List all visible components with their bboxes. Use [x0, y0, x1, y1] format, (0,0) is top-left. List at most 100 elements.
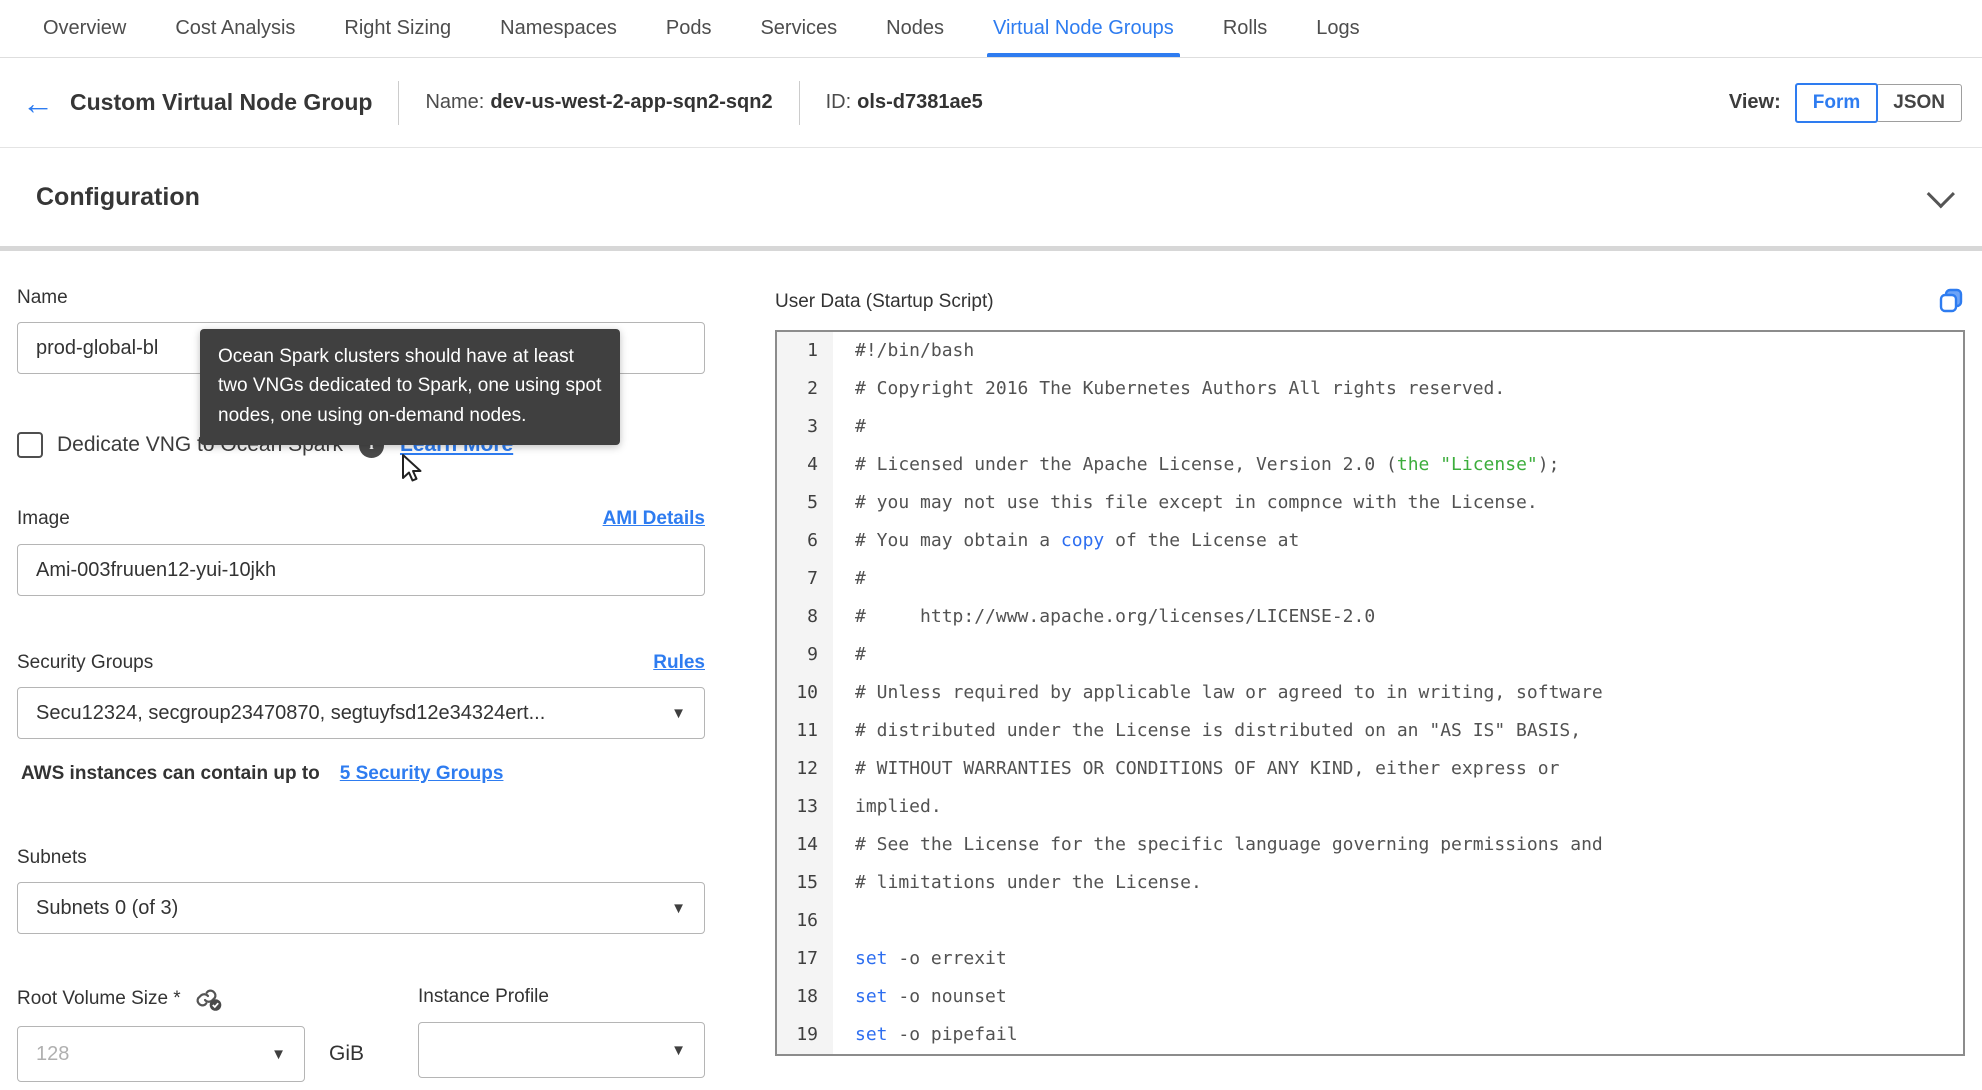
code-line[interactable]: 4 # Licensed under the Apache License, Ve… [777, 446, 1963, 484]
caret-down-icon: ▼ [671, 899, 686, 917]
back-arrow-icon[interactable]: ← [22, 87, 54, 119]
code-line[interactable]: 19 set -o pipefail [777, 1016, 1963, 1054]
code-text: # limitations under the License. [855, 872, 1202, 893]
code-text: set -o nounset [855, 986, 1007, 1007]
code-text: # distributed under the License is distr… [855, 720, 1582, 741]
line-number: 7 [777, 560, 833, 598]
code-text: # See the License for the specific langu… [855, 834, 1603, 855]
line-number: 14 [777, 826, 833, 864]
line-number: 12 [777, 750, 833, 788]
tab-rolls[interactable]: Rolls [1223, 0, 1267, 57]
five-security-groups-link[interactable]: 5 Security Groups [340, 763, 504, 785]
code-line[interactable]: 14 # See the License for the specific lan… [777, 826, 1963, 864]
vng-name-label: Name: [425, 91, 485, 113]
code-line[interactable]: 17 set -o errexit [777, 940, 1963, 978]
code-line[interactable]: 2 # Copyright 2016 The Kubernetes Authors… [777, 370, 1963, 408]
mouse-cursor-icon [402, 454, 422, 482]
vng-id-value: ols-d7381ae5 [857, 91, 983, 113]
code-line[interactable]: 1 #!/bin/bash [777, 332, 1963, 370]
subnets-dropdown[interactable]: Subnets 0 (of 3) ▼ [17, 882, 705, 934]
root-volume-size-placeholder: 128 [36, 1042, 70, 1065]
image-input-value: Ami-003fruuen12-yui-10jkh [36, 558, 277, 581]
code-text: # [855, 644, 866, 665]
tab-overview[interactable]: Overview [43, 0, 126, 57]
tab-right-sizing[interactable]: Right Sizing [344, 0, 451, 57]
caret-down-icon: ▼ [271, 1045, 286, 1063]
root-volume-size-dropdown[interactable]: 128 ▼ [17, 1026, 305, 1082]
vng-id-label: ID: [825, 91, 852, 113]
tab-bar: Overview Cost Analysis Right Sizing Namespa… [0, 0, 1982, 58]
subnets-value: Subnets 0 (of 3) [36, 896, 179, 919]
tab-pods[interactable]: Pods [666, 0, 712, 57]
tab-logs[interactable]: Logs [1316, 0, 1359, 57]
image-input[interactable]: Ami-003fruuen12-yui-10jkh [17, 544, 705, 596]
user-data-code-editor[interactable]: 1 #!/bin/bash 2 # Copyright 2016 The Kubern… [775, 330, 1965, 1056]
code-line[interactable]: 13 implied. [777, 788, 1963, 826]
code-editor-lines: 1 #!/bin/bash 2 # Copyright 2016 The Kubern… [777, 332, 1963, 1054]
ami-details-link[interactable]: AMI Details [603, 508, 705, 530]
link-check-icon [196, 989, 222, 1011]
divider [798, 80, 800, 125]
line-number: 4 [777, 446, 833, 484]
view-form-button[interactable]: Form [1794, 82, 1879, 123]
dedicate-vng-checkbox[interactable] [17, 432, 43, 458]
line-number: 13 [777, 788, 833, 826]
view-json-button[interactable]: JSON [1876, 83, 1962, 122]
tab-services[interactable]: Services [760, 0, 837, 57]
code-line[interactable]: 12 # WITHOUT WARRANTIES OR CONDITIONS OF … [777, 750, 1963, 788]
tab-virtual-node-groups[interactable]: Virtual Node Groups [986, 0, 1180, 57]
code-line[interactable]: 5 # you may not use this file except in c… [777, 484, 1963, 522]
user-data-section: User Data (Startup Script) 1 #!/bin/bash 2… [775, 287, 1965, 1082]
code-line[interactable]: 3 # [777, 408, 1963, 446]
configuration-section-header: Configuration [0, 148, 1982, 246]
code-text: set -o errexit [855, 948, 1007, 969]
rules-link[interactable]: Rules [653, 652, 705, 674]
vng-name: Name: dev-us-west-2-app-sqn2-sqn2 [425, 91, 772, 114]
copy-icon[interactable] [1938, 287, 1965, 316]
code-line[interactable]: 7 # [777, 560, 1963, 598]
tab-cost-analysis[interactable]: Cost Analysis [175, 0, 295, 57]
line-number: 3 [777, 408, 833, 446]
code-line[interactable]: 9 # [777, 636, 1963, 674]
image-field-label: Image [17, 508, 70, 529]
line-number: 9 [777, 636, 833, 674]
security-groups-value: Secu12324, secgroup23470870, segtuyfsd12… [36, 701, 546, 724]
subnets-label: Subnets [17, 847, 87, 868]
line-number: 10 [777, 674, 833, 712]
line-number: 17 [777, 940, 833, 978]
code-line[interactable]: 18 set -o nounset [777, 978, 1963, 1016]
code-line[interactable]: 15 # limitations under the License. [777, 864, 1963, 902]
code-text: #!/bin/bash [855, 340, 975, 361]
line-number: 19 [777, 1016, 833, 1054]
code-text: # http://www.apache.org/licenses/LICENSE… [855, 606, 1376, 627]
tab-nodes[interactable]: Nodes [886, 0, 944, 57]
security-groups-dropdown[interactable]: Secu12324, secgroup23470870, segtuyfsd12… [17, 687, 705, 739]
code-line[interactable]: 6 # You may obtain a copy of the License … [777, 522, 1963, 560]
code-text: # [855, 568, 866, 589]
tab-namespaces[interactable]: Namespaces [500, 0, 617, 57]
code-line[interactable]: 11 # distributed under the License is dis… [777, 712, 1963, 750]
section-title: Configuration [36, 182, 200, 211]
code-line[interactable]: 8 # http://www.apache.org/licenses/LICENS… [777, 598, 1963, 636]
chevron-down-icon[interactable] [1926, 180, 1955, 209]
code-line[interactable]: 10 # Unless required by applicable law or… [777, 674, 1963, 712]
caret-down-icon: ▼ [671, 1041, 686, 1059]
line-number: 2 [777, 370, 833, 408]
line-number: 11 [777, 712, 833, 750]
line-number: 15 [777, 864, 833, 902]
view-label: View: [1728, 91, 1781, 113]
vng-config-page: Overview Cost Analysis Right Sizing Namespa… [0, 0, 1982, 1090]
code-text: implied. [855, 796, 942, 817]
code-text: # Unless required by applicable law or a… [855, 682, 1603, 703]
line-number: 18 [777, 978, 833, 1016]
security-groups-hint-text: AWS instances can contain up to [21, 763, 320, 784]
vng-name-value: dev-us-west-2-app-sqn2-sqn2 [490, 91, 773, 113]
code-text: # Licensed under the Apache License, Ver… [855, 454, 1560, 475]
code-line[interactable]: 16 [777, 902, 1963, 940]
gib-unit-label: GiB [329, 1042, 365, 1065]
root-volume-size-label: Root Volume Size * [17, 988, 181, 1009]
code-text: # You may obtain a copy of the License a… [855, 530, 1300, 551]
instance-profile-dropdown[interactable]: ▼ [418, 1022, 705, 1078]
code-text: # Copyright 2016 The Kubernetes Authors … [855, 378, 1506, 399]
